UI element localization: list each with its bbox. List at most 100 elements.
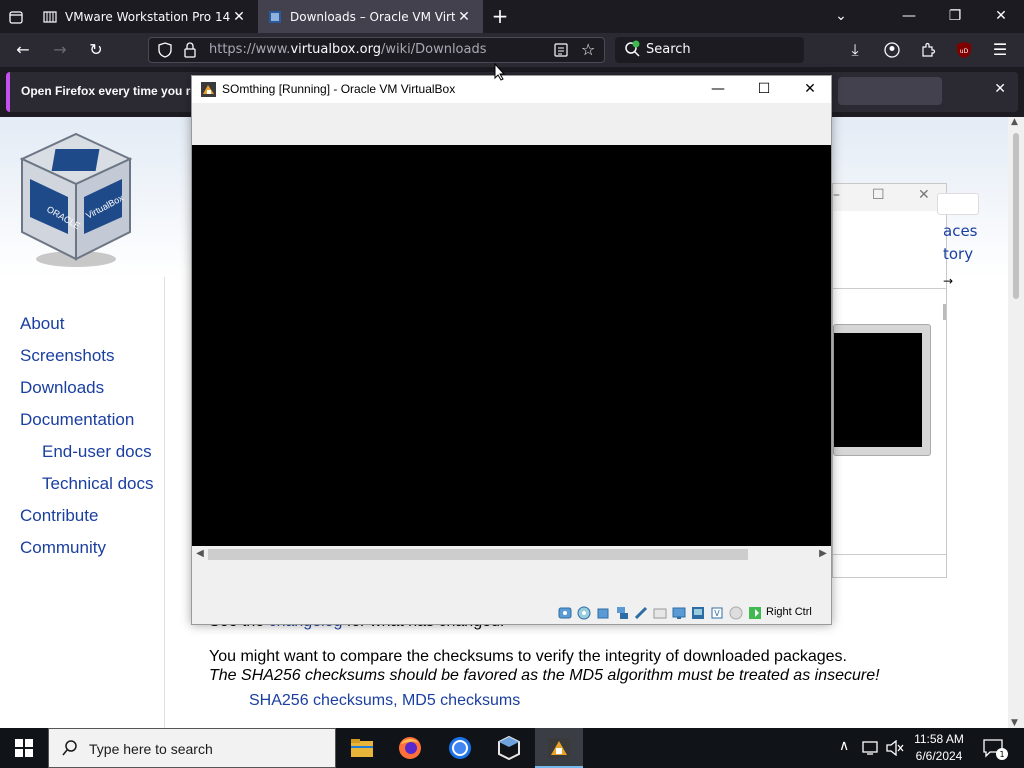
vm-titlebar[interactable]: SOmthing [Running] - Oracle VM VirtualBo… [192,76,831,103]
taskbar-search-box[interactable]: Type here to search [48,728,336,768]
list-tabs-chevron-icon[interactable]: ⌄ [818,0,864,33]
network-icon[interactable] [615,606,629,620]
vm-minimize-button[interactable]: — [695,76,741,103]
firefox-icon[interactable] [386,728,434,768]
volume-muted-icon[interactable] [885,740,905,756]
close-tab-icon[interactable]: ✕ [230,9,248,25]
menu-hamburger-icon[interactable]: ☰ [987,37,1013,63]
vm-preview-screen [834,333,922,447]
close-window-button[interactable]: ✕ [978,0,1024,33]
checksum-links[interactable]: SHA256 checksums, MD5 checksums [249,691,999,710]
vm-display[interactable] [192,145,831,546]
manager-link-text[interactable]: tory [943,245,973,263]
restore-button[interactable]: ❐ [932,0,978,33]
url-text: https://www.virtualbox.org/wiki/Download… [209,42,487,57]
action-center-icon[interactable]: 1 [982,738,1008,760]
vm-window[interactable]: SOmthing [Running] - Oracle VM VirtualBo… [191,75,832,625]
cpu-icon[interactable]: V [710,606,724,620]
divider [833,554,946,555]
vm-menubar [192,103,831,145]
downloads-icon[interactable]: ⤓ [842,37,868,63]
close-tab-icon[interactable]: ✕ [455,9,473,25]
chrome-icon[interactable] [436,728,484,768]
navigation-bar: ← → ↻ https://www.virtualbox.org/wiki/Do… [0,33,1024,67]
url-bar[interactable]: https://www.virtualbox.org/wiki/Download… [148,37,605,63]
tab-vmware[interactable]: VMware Workstation Pro 14.0.0 ✕ [33,0,258,33]
checksum-paragraph: You might want to compare the checksums … [209,648,847,665]
ublock-badge: uD [960,48,969,55]
file-explorer-icon[interactable] [338,728,386,768]
network-tray-icon[interactable] [862,740,880,756]
virtualbox-vm-icon [201,82,216,97]
manager-scroll-thumb[interactable] [943,304,946,320]
display-icon[interactable] [672,606,686,620]
sidebar-item-end-user-docs[interactable]: End-user docs [42,442,152,462]
page-scrollbar[interactable]: ▲ ▼ [1008,117,1024,728]
tab-bar: VMware Workstation Pro 14.0.0 ✕ Download… [0,0,1024,33]
reader-view-icon[interactable] [554,42,568,62]
search-bar[interactable]: Search [615,37,804,63]
sidebar-item-technical-docs[interactable]: Technical docs [42,474,154,494]
vm-close-button[interactable]: ✕ [787,76,833,103]
sidebar-item-community[interactable]: Community [20,538,106,558]
lock-icon[interactable] [184,42,196,62]
tab-label: VMware Workstation Pro 14.0.0 [65,9,230,24]
clock-time: 11:58 AM [914,732,964,746]
audio-icon[interactable] [596,606,610,620]
notification-action-button[interactable] [838,77,942,105]
tracking-protection-icon[interactable] [158,42,172,62]
maximize-icon[interactable]: ☐ [872,187,885,203]
close-icon[interactable]: ✕ [918,187,930,203]
sidebar-item-downloads[interactable]: Downloads [20,378,104,398]
start-button[interactable] [0,728,48,768]
mouse-integration-icon[interactable] [729,606,743,620]
system-clock[interactable]: 11:58 AM 6/6/2024 [906,731,972,765]
close-notification-icon[interactable]: ✕ [994,81,1006,97]
minimize-icon[interactable]: – [833,187,840,203]
video-capture-icon[interactable] [691,606,705,620]
tab-downloads[interactable]: Downloads – Oracle VM VirtualBox ✕ [258,0,483,33]
manager-search-field[interactable] [937,193,979,215]
extensions-icon[interactable] [915,37,941,63]
scroll-down-icon[interactable]: ▼ [1011,718,1018,728]
sidebar-item-documentation[interactable]: Documentation [20,410,134,430]
bookmark-star-icon[interactable]: ☆ [581,40,595,59]
vm-scrollbar-thumb[interactable] [208,549,748,560]
manager-titlebar[interactable]: – ☐ ✕ [833,184,946,211]
reload-button[interactable]: ↻ [83,37,109,63]
search-engine-icon[interactable] [624,40,642,62]
vm-statusbar: V Right Ctrl [192,602,831,624]
optical-drive-icon[interactable] [577,606,591,620]
keyboard-icon[interactable] [748,606,762,620]
scroll-up-icon[interactable]: ▲ [1011,117,1018,127]
scroll-right-icon[interactable]: ▶ [815,546,831,562]
scroll-left-icon[interactable]: ◀ [192,546,208,562]
back-button[interactable]: ← [10,37,36,63]
new-tab-button[interactable]: + [488,0,512,33]
taskbar-search-placeholder: Type here to search [89,741,213,757]
divider [833,288,946,289]
sidebar-item-contribute[interactable]: Contribute [20,506,98,526]
vm-horizontal-scrollbar[interactable]: ◀ ▶ [192,546,831,562]
url-prefix: https://www. [209,42,291,57]
sidebar-item-screenshots[interactable]: Screenshots [20,346,115,366]
vm-maximize-button[interactable]: ☐ [741,76,787,103]
forward-button[interactable]: → [47,37,73,63]
virtualbox-manager-window[interactable]: – ☐ ✕ aces tory → [832,183,979,578]
checksum-warning: The SHA256 checksums should be favored a… [209,667,880,684]
hard-disk-icon[interactable] [558,606,572,620]
shared-folders-icon[interactable] [653,606,667,620]
show-hidden-icons-chevron[interactable]: ∧ [839,738,849,754]
minimize-button[interactable]: — [886,0,932,33]
scrollbar-thumb[interactable] [1013,133,1019,299]
usb-icon[interactable] [634,606,648,620]
manager-link-text[interactable]: aces [943,222,977,240]
sidebar-item-about[interactable]: About [20,314,64,334]
virtualbox-logo[interactable]: ORACLE VirtualBox [18,129,136,269]
virtualbox-vm-icon[interactable] [535,728,583,768]
virtualbox-icon[interactable] [485,728,533,768]
notification-count: 1 [999,750,1004,759]
account-icon[interactable] [879,37,905,63]
ublock-origin-icon[interactable]: uD [951,37,977,63]
notification-message: Open Firefox every time you re [21,84,198,98]
